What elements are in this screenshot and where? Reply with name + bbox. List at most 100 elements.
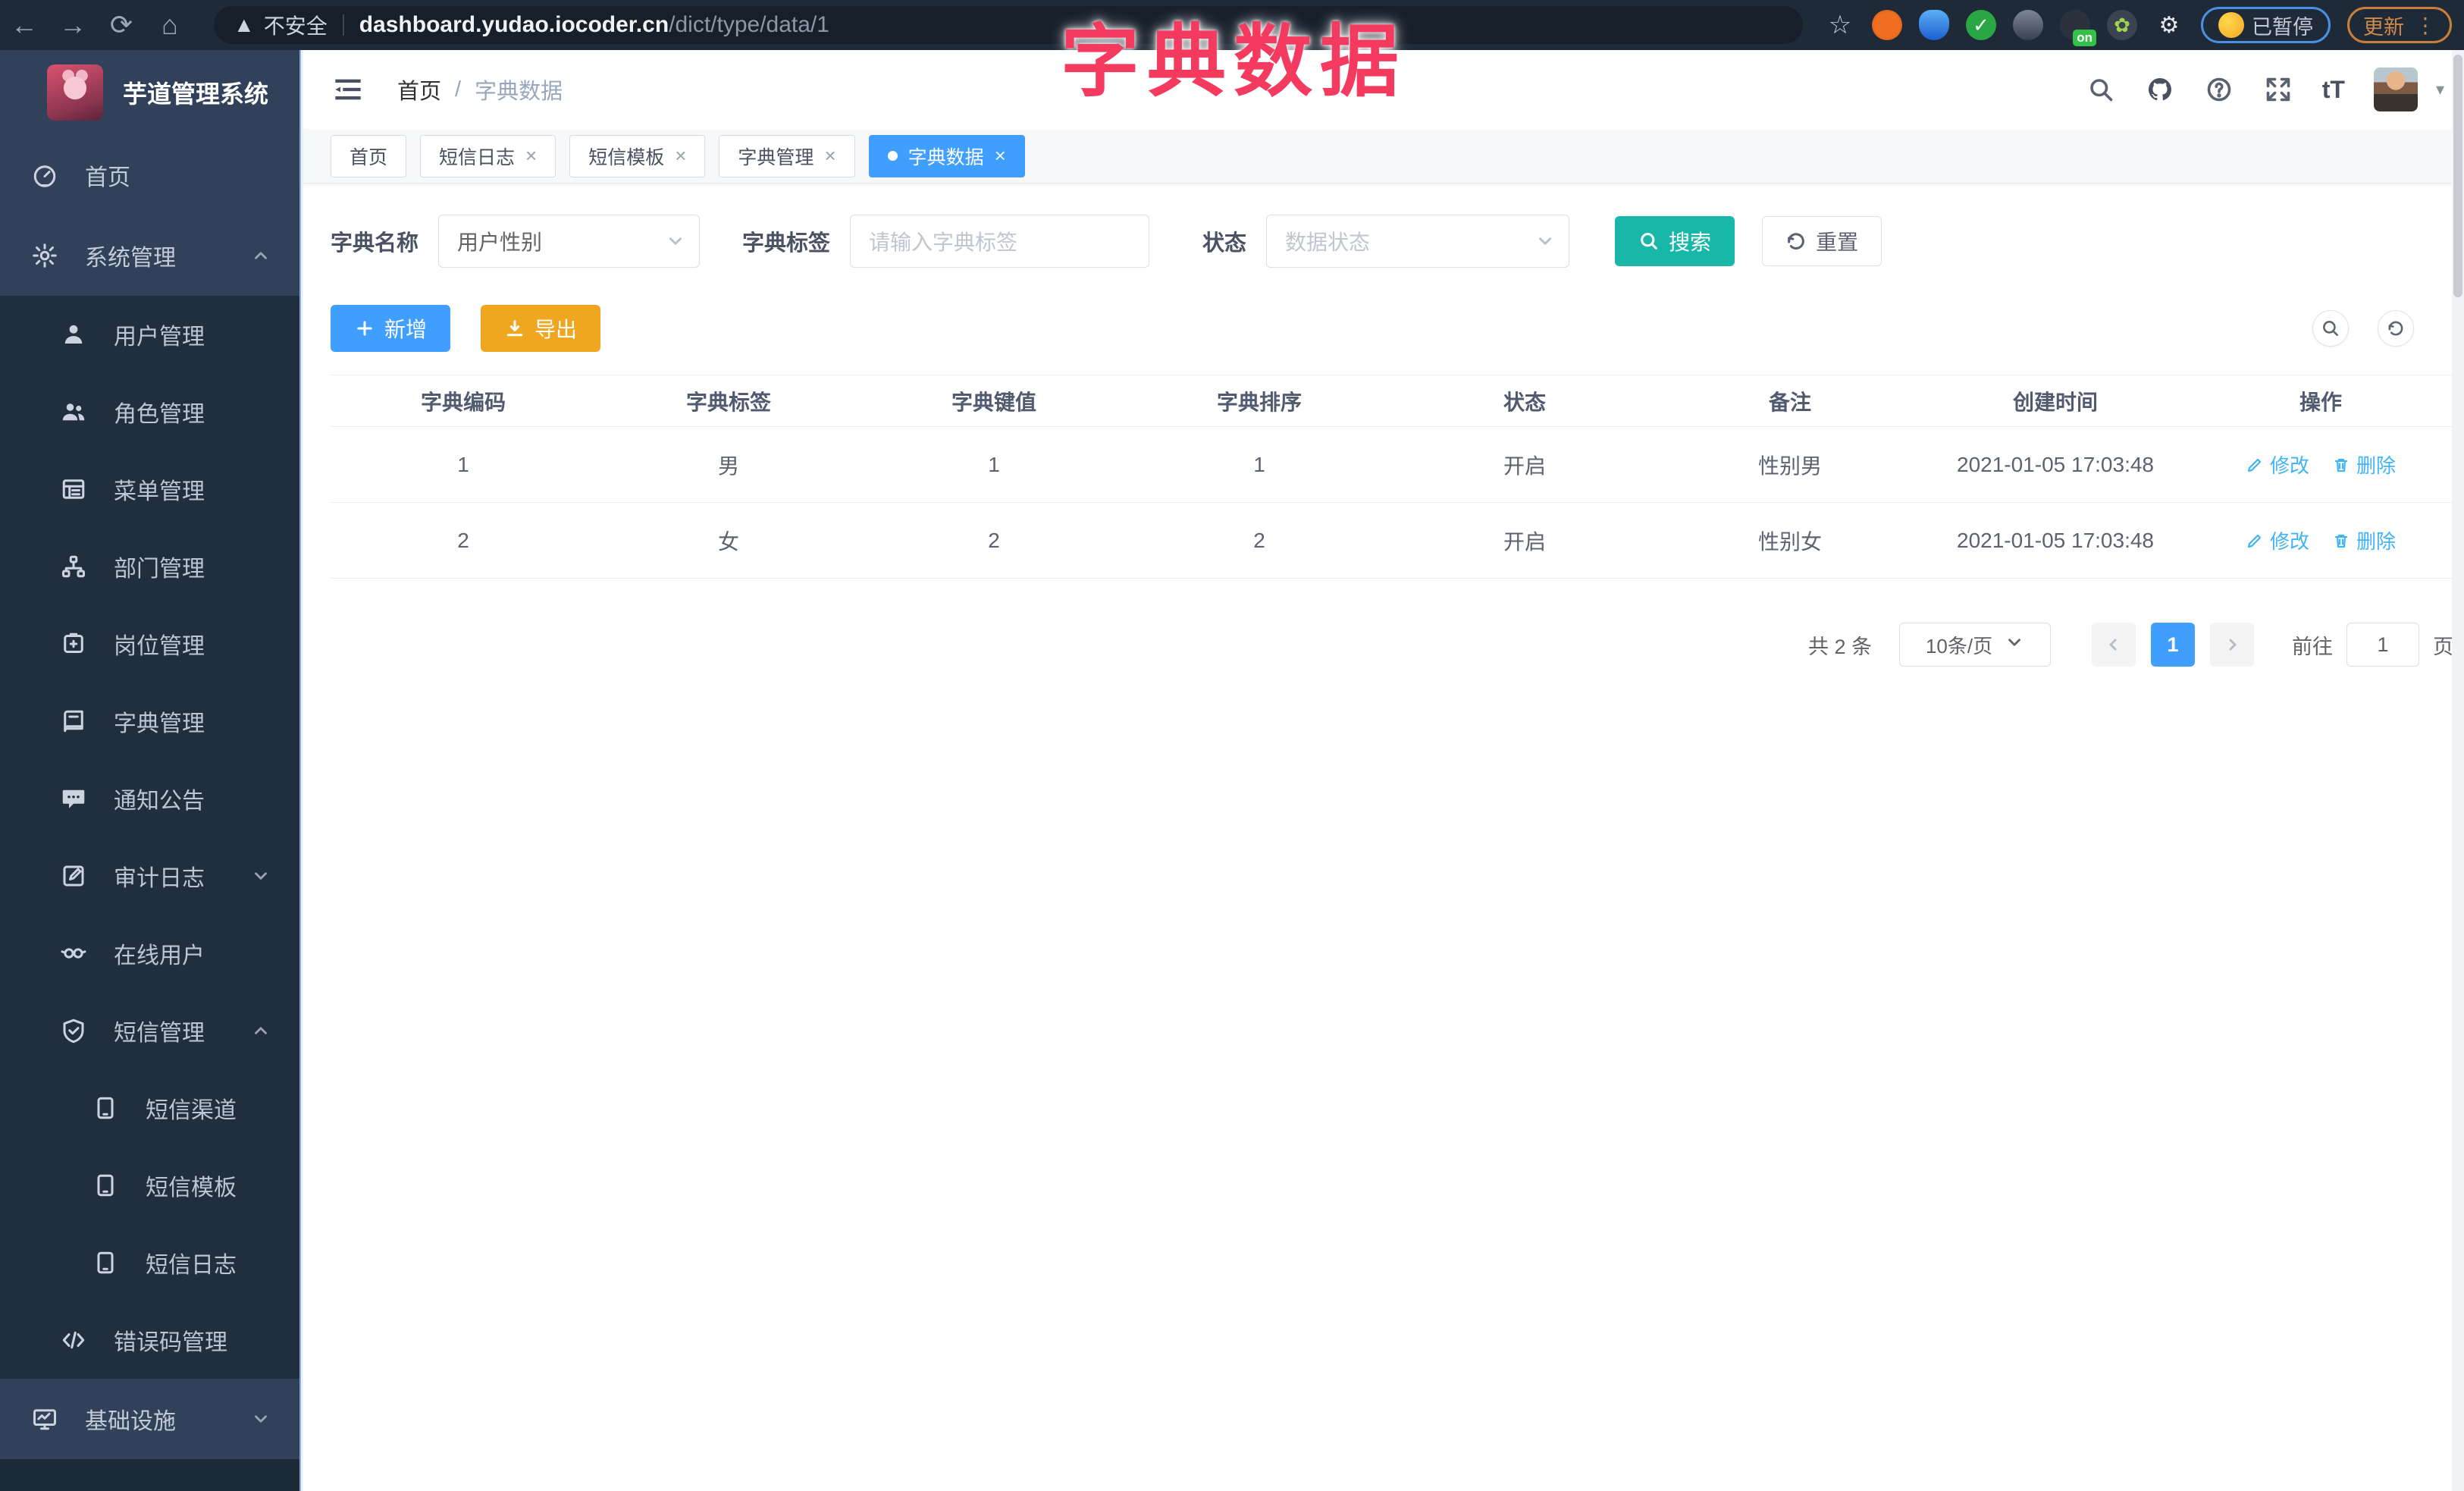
close-icon[interactable]: × [995, 144, 1006, 168]
app-main: 芋道管理系统 首页 系统管理 用户管理 角色管理 菜单管理 部门管理 岗位管理 … [0, 50, 2464, 1491]
pagination: 共 2 条 10条/页 1 前往 1 页 [331, 623, 2453, 667]
tab-dict-manage[interactable]: 字典管理 × [719, 134, 855, 177]
tab-home[interactable]: 首页 [331, 134, 407, 177]
close-icon[interactable]: × [824, 144, 835, 168]
delete-link[interactable]: 删除 [2332, 450, 2396, 479]
extension-stats-icon[interactable] [2013, 10, 2043, 40]
extensions-puzzle-icon[interactable]: ⚙ [2154, 10, 2184, 40]
reset-button[interactable]: 重置 [1762, 216, 1882, 266]
dict-name-select[interactable]: 用户性别 [438, 215, 701, 268]
refresh-icon[interactable] [2378, 310, 2414, 347]
app-logo [47, 64, 103, 121]
status-select[interactable]: 数据状态 [1266, 215, 1570, 268]
profile-paused-badge[interactable]: 已暂停 [2201, 7, 2331, 43]
security-label[interactable]: 不安全 [264, 10, 328, 40]
status-placeholder: 数据状态 [1285, 231, 1371, 254]
extension-orange-icon[interactable] [1872, 10, 1902, 40]
cell-remark: 性别男 [1757, 454, 1822, 478]
sidebar-item-dicts[interactable]: 字典管理 [0, 683, 299, 760]
sidebar-item-roles[interactable]: 角色管理 [0, 373, 299, 450]
page-size-select[interactable]: 10条/页 [1899, 623, 2051, 667]
browser-update-button[interactable]: 更新 ⋮ [2347, 7, 2452, 43]
sidebar-item-label: 角色管理 [114, 402, 205, 427]
search-button[interactable]: 搜索 [1615, 216, 1735, 266]
cell-label: 女 [717, 529, 739, 554]
help-icon[interactable] [2204, 74, 2234, 105]
sidebar-item-audit-logs[interactable]: 审计日志 [0, 837, 299, 915]
extension-drop-icon[interactable] [1919, 10, 1949, 40]
sidebar-item-system[interactable]: 系统管理 [0, 215, 299, 296]
cell-created: 2021-01-05 17:03:48 [1957, 452, 2154, 476]
collapse-sidebar-icon[interactable] [331, 74, 365, 105]
search-icon[interactable] [2086, 74, 2116, 105]
scrollbar-thumb[interactable] [2453, 55, 2462, 297]
cell-remark: 性别女 [1757, 529, 1822, 554]
tab-sms-template[interactable]: 短信模板 × [569, 134, 706, 177]
home-icon[interactable]: ⌂ [146, 9, 194, 41]
close-icon[interactable]: × [675, 144, 686, 168]
address-bar[interactable]: ▲ 不安全 dashboard.yudao.iocoder.cn /dict/t… [214, 6, 1803, 44]
sidebar-item-sms-channel[interactable]: 短信渠道 [0, 1069, 299, 1147]
sidebar-item-departments[interactable]: 部门管理 [0, 528, 299, 605]
extension-switch-icon[interactable]: on [2060, 10, 2096, 46]
org-tree-icon [59, 552, 88, 581]
sidebar-item-online-users[interactable]: 在线用户 [0, 915, 299, 992]
github-icon[interactable] [2145, 74, 2175, 105]
sidebar-item-sms-template[interactable]: 短信模板 [0, 1147, 299, 1224]
back-icon[interactable]: ← [0, 9, 49, 41]
tab-label: 短信日志 [439, 146, 516, 168]
breadcrumb-current: 字典数据 [475, 80, 563, 104]
sidebar-item-label: 短信模板 [146, 1176, 237, 1201]
shield-check-icon [59, 1016, 88, 1045]
toggle-search-icon[interactable] [2312, 310, 2349, 347]
current-page-button[interactable]: 1 [2151, 623, 2195, 667]
tab-dict-data[interactable]: 字典数据 × [868, 134, 1025, 177]
bookmark-star-icon[interactable]: ☆ [1825, 10, 1855, 40]
sidebar-item-infrastructure[interactable]: 基础设施 [0, 1379, 299, 1459]
breadcrumb-home[interactable]: 首页 [397, 74, 441, 105]
goggles-icon [59, 939, 88, 968]
sidebar-item-users[interactable]: 用户管理 [0, 296, 299, 373]
cell-status: 开启 [1503, 454, 1546, 478]
sidebar-item-sms-log[interactable]: 短信日志 [0, 1224, 299, 1301]
monitor-icon [30, 1405, 59, 1433]
application-window: ← → ⟳ ⌂ ▲ 不安全 dashboard.yudao.iocoder.cn… [0, 0, 2464, 1491]
extension-sprout-icon[interactable]: ✿ [2107, 10, 2137, 40]
add-button-label: 新增 [384, 318, 428, 341]
sidebar-item-menus[interactable]: 菜单管理 [0, 450, 299, 528]
next-page-button[interactable] [2210, 623, 2254, 667]
browser-menu-icon[interactable]: ⋮ [2415, 13, 2436, 38]
add-button[interactable]: 新增 [331, 305, 451, 352]
export-button[interactable]: 导出 [481, 305, 601, 352]
sidebar-item-error-codes[interactable]: 错误码管理 [0, 1301, 299, 1379]
sidebar-item-home[interactable]: 首页 [0, 135, 299, 215]
edit-link[interactable]: 修改 [2246, 526, 2309, 554]
reload-icon[interactable]: ⟳ [97, 9, 146, 41]
font-size-icon[interactable]: tT [2322, 76, 2345, 104]
dict-tag-input[interactable]: 请输入字典标签 [850, 215, 1150, 268]
edit-link[interactable]: 修改 [2246, 450, 2309, 479]
user-menu-caret-icon[interactable]: ▾ [2436, 80, 2444, 99]
sidebar-item-sms[interactable]: 短信管理 [0, 992, 299, 1069]
app-logo-row[interactable]: 芋道管理系统 [0, 50, 299, 135]
tab-sms-log[interactable]: 短信日志 × [420, 134, 556, 177]
fullscreen-icon[interactable] [2263, 74, 2293, 105]
sidebar-item-label: 首页 [85, 165, 130, 190]
sidebar-item-posts[interactable]: 岗位管理 [0, 605, 299, 683]
col-header: 状态 [1503, 390, 1546, 414]
user-avatar[interactable] [2373, 67, 2418, 111]
update-label: 更新 [2363, 15, 2404, 39]
close-icon[interactable]: × [525, 144, 537, 168]
forward-icon[interactable]: → [49, 9, 97, 41]
prev-page-button[interactable] [2092, 623, 2136, 667]
sidebar-item-label: 短信管理 [114, 1021, 205, 1046]
chevron-up-icon [251, 1021, 271, 1041]
delete-link[interactable]: 删除 [2332, 526, 2396, 554]
header-actions: tT ▾ [2086, 50, 2444, 129]
chevron-up-icon [251, 246, 271, 265]
sidebar-item-notices[interactable]: 通知公告 [0, 760, 299, 837]
window-scrollbar[interactable] [2452, 50, 2464, 1491]
goto-page-input[interactable] [2346, 623, 2419, 667]
extension-check-icon[interactable]: ✓ [1966, 10, 1996, 40]
table-row: 1 男 1 1 开启 性别男 2021-01-05 17:03:48 修改 删除 [331, 427, 2453, 503]
